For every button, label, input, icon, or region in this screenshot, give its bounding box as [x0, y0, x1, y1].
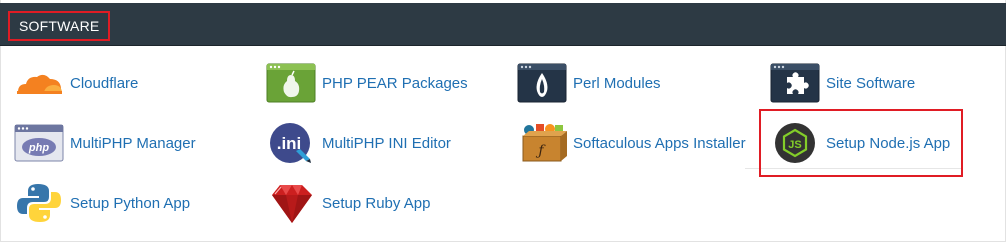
python-icon	[14, 183, 64, 223]
item-label: Softaculous Apps Installer	[573, 134, 746, 152]
software-item-perl-modules[interactable]: Perl Modules	[517, 61, 661, 105]
section-header: SOFTWARE	[0, 3, 1006, 46]
cloudflare-icon	[14, 63, 64, 103]
item-label: Setup Ruby App	[322, 194, 431, 212]
svg-text:php: php	[28, 142, 49, 154]
perl-onion-icon	[517, 63, 567, 103]
software-item-setup-ruby[interactable]: Setup Ruby App	[266, 181, 430, 225]
ini-file-icon: .ini	[266, 123, 316, 163]
software-item-php-pear[interactable]: PHP PEAR Packages	[266, 61, 468, 105]
software-item-softaculous[interactable]: ƒ Softaculous Apps Installer	[517, 121, 746, 165]
software-item-setup-python[interactable]: Setup Python App	[14, 181, 190, 225]
item-label: MultiPHP INI Editor	[322, 134, 451, 152]
svg-text:.ini: .ini	[277, 134, 302, 153]
item-label: MultiPHP Manager	[70, 134, 196, 152]
puzzle-piece-icon	[770, 63, 820, 103]
pear-icon	[266, 63, 316, 103]
highlight-box	[759, 109, 963, 177]
software-item-cloudflare[interactable]: Cloudflare	[14, 61, 138, 105]
software-item-site-software[interactable]: Site Software	[770, 61, 915, 105]
item-label: Perl Modules	[573, 74, 661, 92]
item-label: Setup Python App	[70, 194, 191, 212]
ruby-gem-icon	[266, 183, 316, 223]
software-item-multiphp-manager[interactable]: php MultiPHP Manager	[14, 121, 196, 165]
item-label: PHP PEAR Packages	[322, 74, 468, 92]
item-label: Site Software	[826, 74, 916, 92]
php-window-icon: php	[14, 123, 64, 163]
section-title: SOFTWARE	[8, 11, 111, 41]
softaculous-box-icon: ƒ	[517, 123, 567, 163]
item-label: Cloudflare	[70, 74, 139, 92]
software-item-multiphp-ini-editor[interactable]: .ini MultiPHP INI Editor	[266, 121, 451, 165]
